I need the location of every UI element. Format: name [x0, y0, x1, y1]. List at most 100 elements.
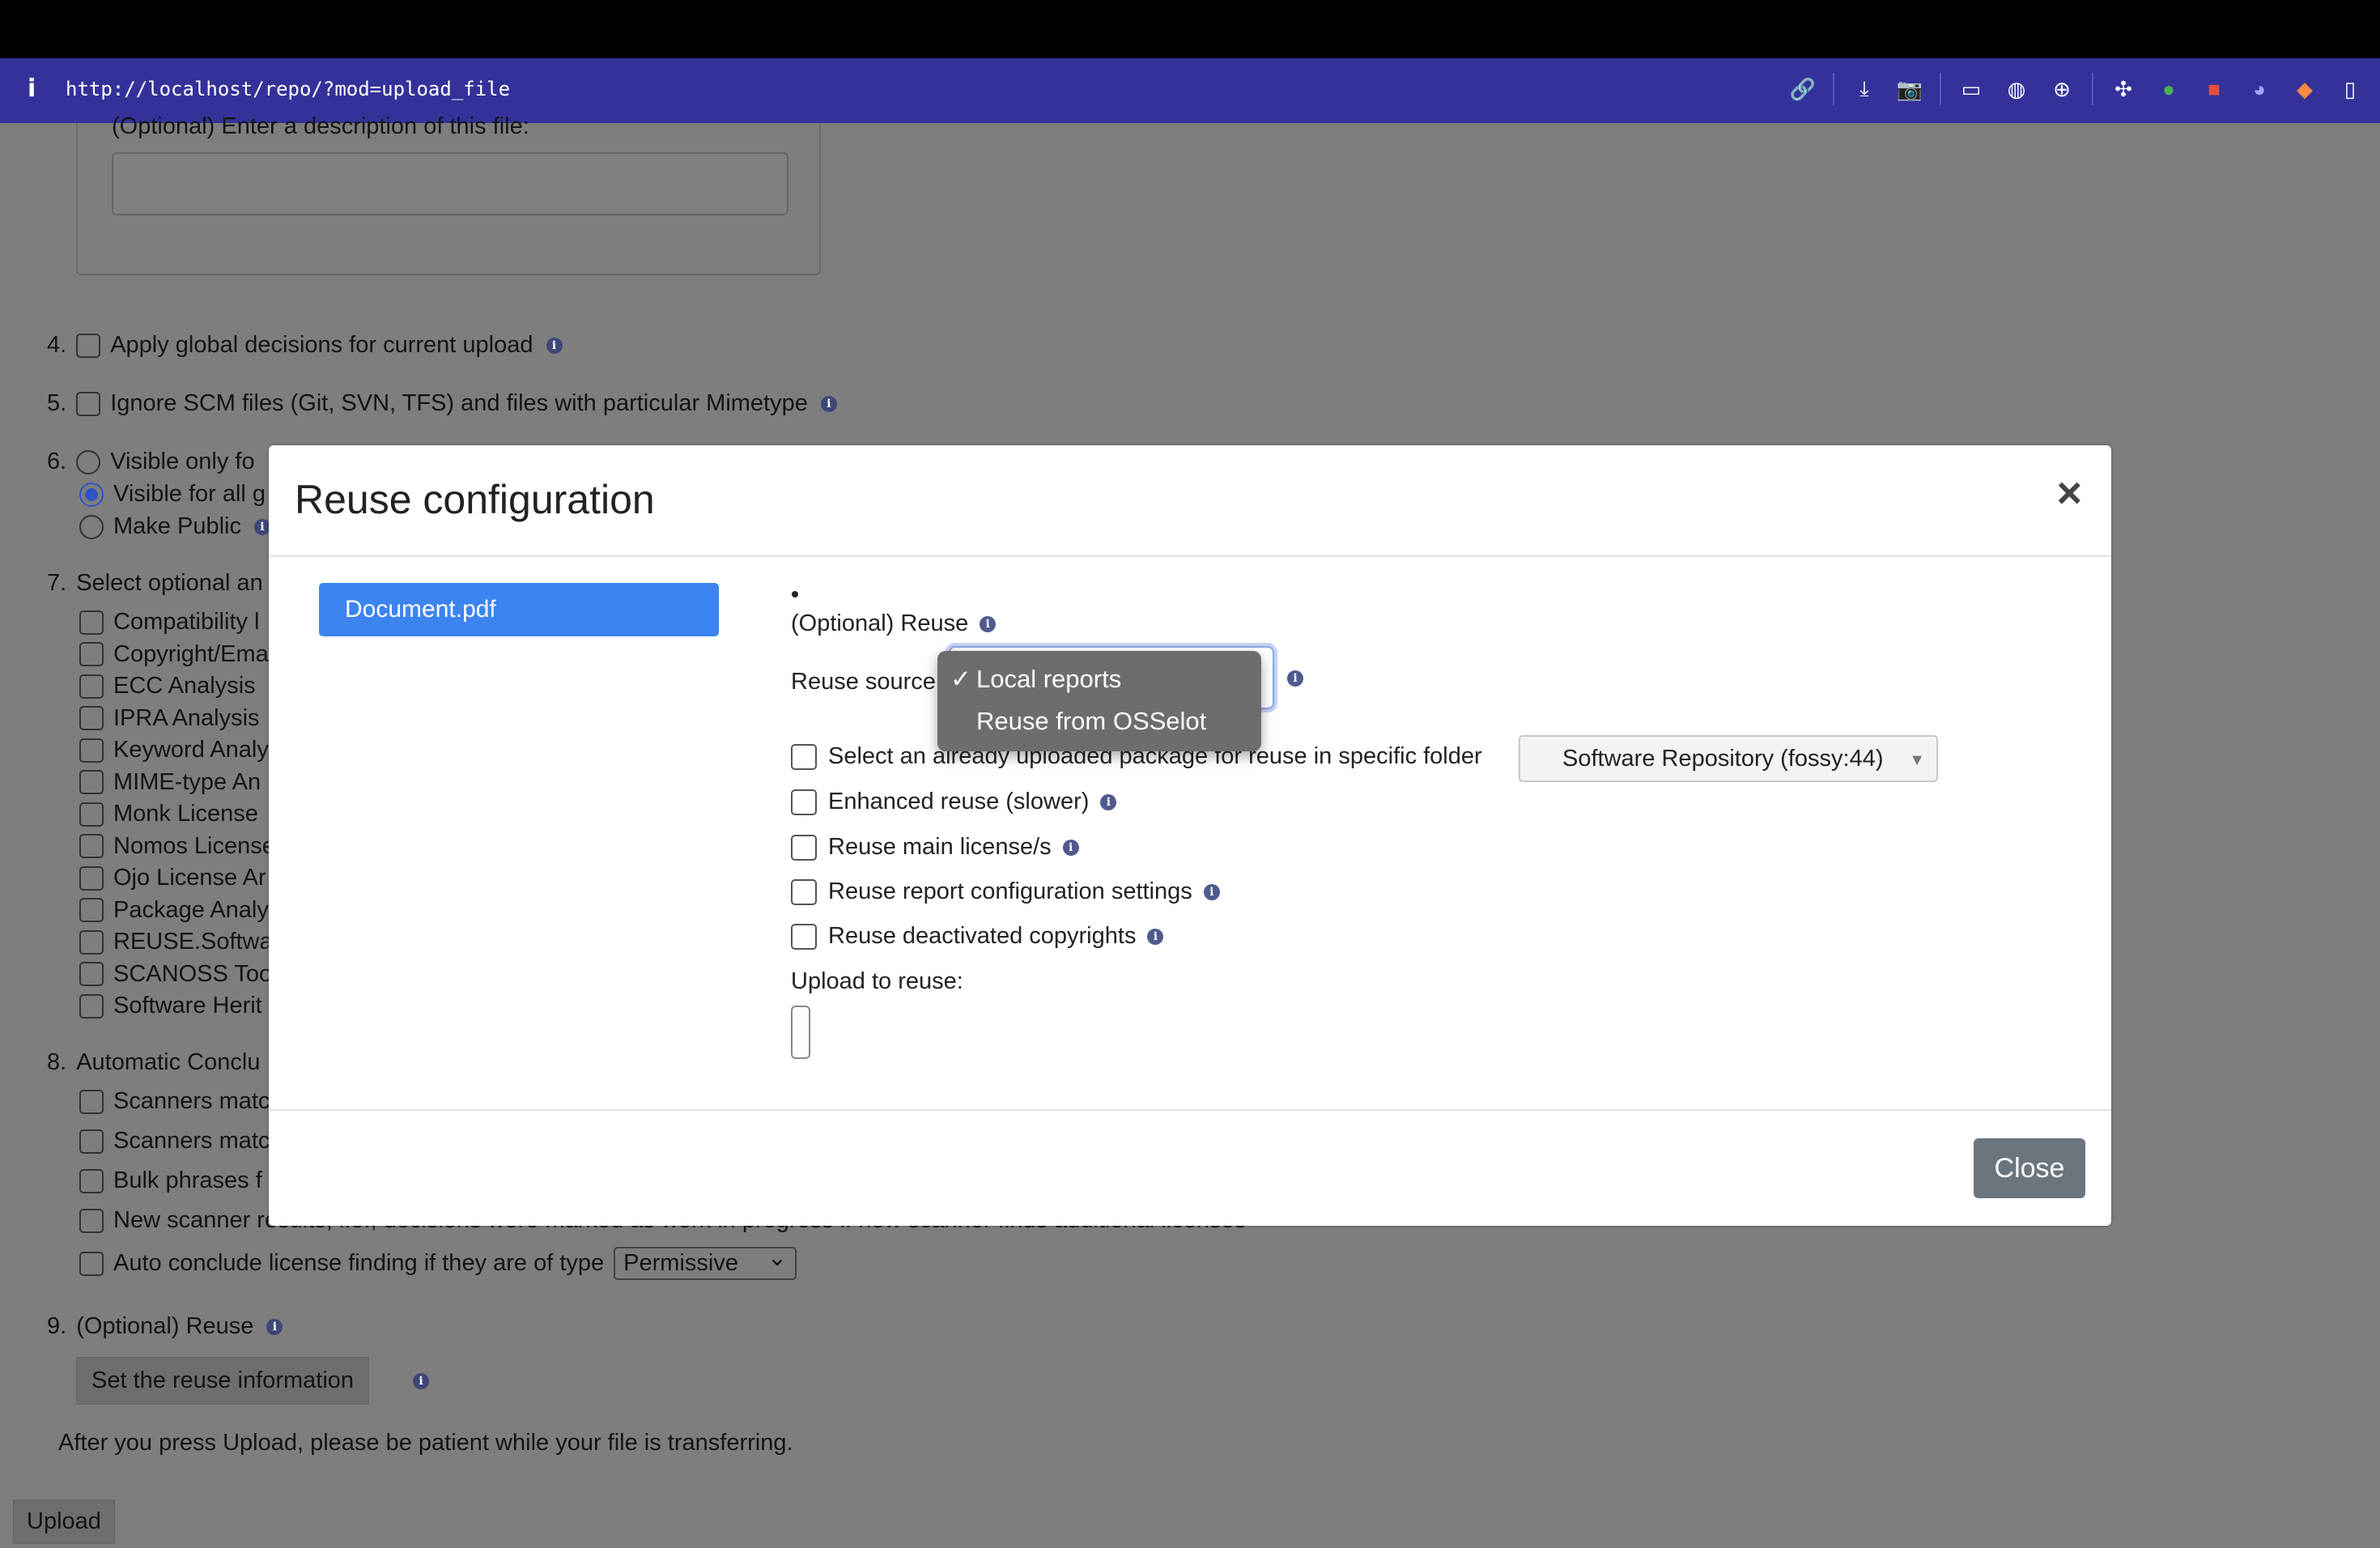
sidebar-icon[interactable]: ▯ — [2335, 74, 2365, 104]
upload-to-reuse-label: Upload to reuse: — [791, 968, 963, 994]
agent-item: Software Herit — [79, 993, 262, 1019]
file-list-item[interactable]: Document.pdf — [319, 583, 719, 636]
agent-label: MIME-type An — [113, 768, 261, 795]
dropdown-option-osselot[interactable]: Reuse from OSSelot — [937, 701, 1261, 742]
checkmark-icon: ✓ — [950, 665, 971, 693]
ignore-scm-checkbox[interactable] — [76, 391, 101, 416]
conclusion-checkbox[interactable] — [79, 1129, 104, 1154]
info-icon[interactable]: i — [1062, 839, 1079, 856]
crosshair-icon[interactable]: ⊕ — [2046, 74, 2077, 104]
visibility-option-label: Visible for all g — [113, 481, 266, 507]
agent-checkbox[interactable] — [79, 674, 104, 699]
visibility-radio[interactable] — [76, 449, 101, 474]
info-icon[interactable]: i — [413, 1373, 429, 1389]
close-button[interactable]: Close — [1974, 1138, 2085, 1198]
save-page-icon[interactable]: ⤓ — [1849, 74, 1880, 104]
reuse-report-config-checkbox[interactable] — [791, 878, 817, 905]
set-reuse-button[interactable]: Set the reuse information — [76, 1357, 370, 1405]
toolbar-divider — [1833, 73, 1834, 105]
optional-agents-heading: 7. Select optional an — [47, 570, 263, 597]
conclusion-checkbox[interactable] — [79, 1168, 104, 1193]
info-icon[interactable]: i — [1287, 670, 1303, 687]
auto-conclude-checkbox[interactable] — [79, 1251, 104, 1276]
info-icon[interactable]: i — [253, 518, 270, 535]
make-public-radio[interactable] — [79, 514, 104, 539]
modal-header: Reuse configuration × — [269, 445, 2111, 557]
agent-checkbox[interactable] — [79, 962, 104, 986]
conclusion-label: Scanners matc — [113, 1088, 270, 1114]
visibility-option-label: Make Public — [113, 513, 241, 539]
step-number: 7. — [47, 570, 67, 596]
description-input[interactable] — [112, 152, 788, 215]
camera-icon[interactable]: 📷 — [1894, 74, 1925, 104]
reuse-report-config-label: Reuse report configuration settings — [828, 878, 1192, 904]
globe-icon[interactable]: ◍ — [2001, 74, 2032, 104]
visibility-row-1: 6. Visible only fo — [47, 449, 255, 475]
reuse-heading: (Optional) Reuse — [791, 610, 969, 636]
ignore-scm-row: 5. Ignore SCM files (Git, SVN, TFS) and … — [47, 390, 837, 417]
agent-label: REUSE.Softwa — [113, 929, 273, 955]
info-icon[interactable]: i — [1203, 883, 1220, 900]
dropdown-option-local-reports[interactable]: ✓ Local reports — [937, 659, 1261, 700]
folder-select[interactable]: Software Repository (fossy:44) ▼ — [1519, 735, 1938, 782]
agent-checkbox[interactable] — [79, 642, 104, 666]
reuse-copyrights-row: Reuse deactivated copyrights i — [791, 923, 1164, 950]
conclusion-checkbox[interactable] — [79, 1089, 104, 1114]
enhanced-reuse-checkbox[interactable] — [791, 789, 817, 815]
ghost-icon[interactable]: ◕ — [2244, 74, 2275, 104]
agent-checkbox[interactable] — [79, 929, 104, 955]
agent-checkbox[interactable] — [79, 738, 104, 763]
info-icon[interactable]: i — [1147, 928, 1164, 945]
enhanced-reuse-row: Enhanced reuse (slower) i — [791, 789, 1117, 815]
reuse-source-dropdown: ✓ Local reports Reuse from OSSelot — [937, 651, 1261, 751]
conclusion-checkbox[interactable] — [79, 1208, 104, 1233]
conclusion-option: Scanners matc — [79, 1088, 270, 1115]
agent-checkbox[interactable] — [79, 610, 104, 635]
visibility-radio-selected[interactable] — [79, 482, 104, 507]
agent-checkbox[interactable] — [79, 834, 104, 858]
info-icon[interactable]: i — [1100, 793, 1117, 810]
agent-checkbox[interactable] — [79, 802, 104, 827]
list-bullet — [792, 591, 798, 598]
reuse-label: (Optional) Reuse — [76, 1313, 254, 1339]
info-icon[interactable]: i — [266, 1318, 283, 1335]
license-type-select[interactable]: Permissive — [614, 1244, 797, 1280]
close-icon[interactable]: × — [2056, 468, 2082, 518]
select-package-checkbox[interactable] — [791, 743, 817, 770]
folder-select-value: Software Repository (fossy:44) — [1562, 745, 1884, 772]
fox-icon[interactable]: ◆ — [2289, 74, 2320, 104]
modal-title: Reuse configuration — [295, 477, 655, 522]
agent-checkbox[interactable] — [79, 898, 104, 922]
green-plus-icon[interactable]: ● — [2153, 74, 2184, 104]
link-icon[interactable]: 🔗 — [1787, 74, 1818, 104]
upload-to-reuse-select[interactable] — [791, 1006, 810, 1059]
reuse-report-config-row: Reuse report configuration settings i — [791, 878, 1220, 905]
reuse-main-license-checkbox[interactable] — [791, 834, 817, 861]
agent-label: Ojo License Ar — [113, 865, 266, 891]
reuse-heading-row: (Optional) Reuse i — [791, 610, 997, 637]
agent-item: Copyright/Ema — [79, 641, 269, 668]
info-icon[interactable]: i — [980, 615, 997, 632]
info-icon[interactable]: i — [546, 337, 563, 354]
global-decisions-checkbox[interactable] — [76, 333, 101, 358]
agent-checkbox[interactable] — [79, 865, 104, 891]
agent-checkbox[interactable] — [79, 706, 104, 730]
agent-label: Compatibility l — [113, 609, 260, 635]
conclusion-label: Scanners matc — [113, 1128, 270, 1154]
agent-checkbox[interactable] — [79, 993, 104, 1019]
red-bag-icon[interactable]: ■ — [2199, 74, 2229, 104]
auto-conclusion-label: Automatic Conclu — [76, 1049, 261, 1075]
agent-checkbox[interactable] — [79, 770, 104, 794]
terminal-icon[interactable]: ▭ — [1956, 74, 1987, 104]
visibility-row-3: Make Public i — [79, 513, 270, 540]
step-number: 9. — [47, 1313, 67, 1339]
info-icon[interactable]: i — [820, 395, 837, 412]
extension-icon[interactable]: ✣ — [2108, 74, 2139, 104]
conclusion-label: Bulk phrases f — [113, 1167, 262, 1193]
url-text[interactable]: http://localhost/repo/?mod=upload_file — [66, 78, 510, 100]
upload-button[interactable]: Upload — [13, 1499, 115, 1544]
step-number: 6. — [47, 449, 67, 474]
page-info-icon[interactable]: i — [28, 74, 36, 103]
ignore-scm-label: Ignore SCM files (Git, SVN, TFS) and fil… — [110, 390, 808, 416]
reuse-copyrights-checkbox[interactable] — [791, 923, 817, 950]
